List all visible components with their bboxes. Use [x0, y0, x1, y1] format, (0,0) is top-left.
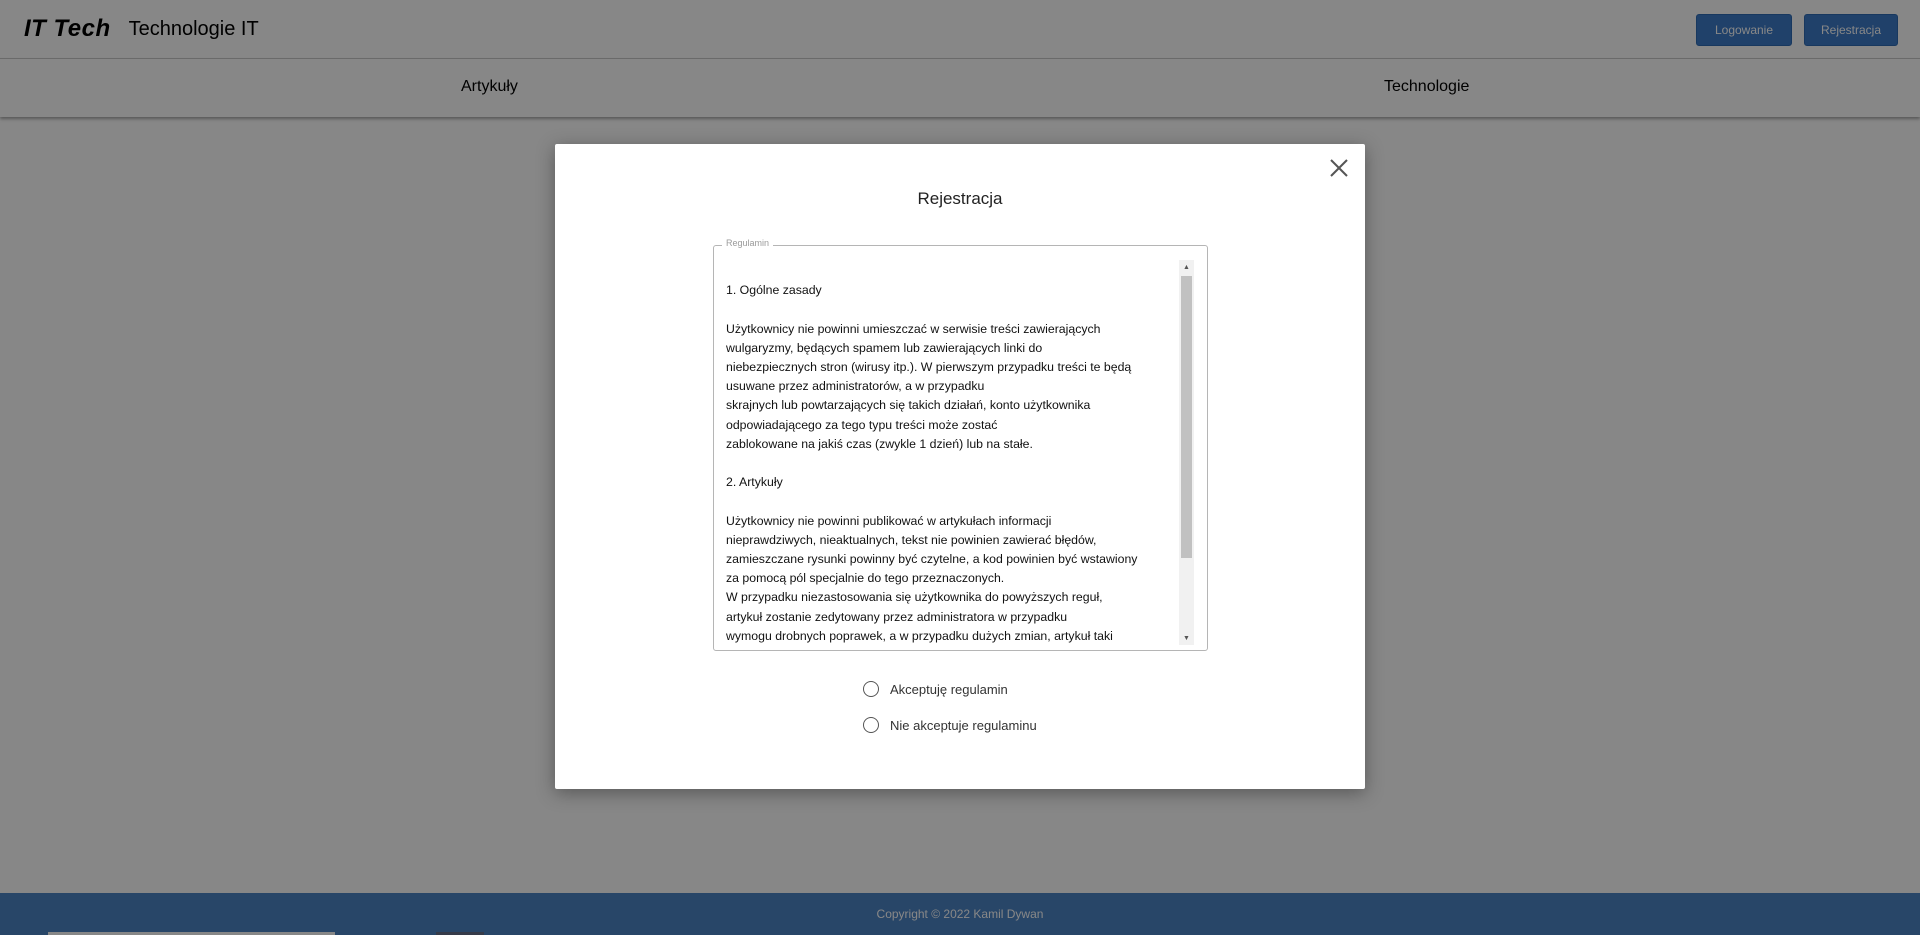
accept-terms-radio[interactable] — [863, 681, 879, 697]
terms-scrollbar[interactable]: ▲ ▼ — [1179, 260, 1194, 645]
scroll-thumb[interactable] — [1181, 276, 1192, 558]
accept-terms-label[interactable]: Akceptuję regulamin — [890, 682, 1008, 697]
scroll-down-icon[interactable]: ▼ — [1179, 631, 1194, 645]
terms-textarea[interactable]: 1. Ogólne zasady Użytkownicy nie powinni… — [726, 262, 1186, 648]
registration-modal: Rejestracja Regulamin 1. Ogólne zasady U… — [555, 144, 1365, 789]
reject-terms-radio[interactable] — [863, 717, 879, 733]
close-button[interactable] — [1327, 156, 1351, 180]
accept-terms-option[interactable]: Akceptuję regulamin — [863, 681, 1008, 697]
scroll-up-icon[interactable]: ▲ — [1179, 260, 1194, 274]
close-icon — [1330, 159, 1348, 177]
terms-legend: Regulamin — [722, 238, 774, 248]
page: IT Tech Technologie IT Logowanie Rejestr… — [0, 0, 1920, 935]
reject-terms-label[interactable]: Nie akceptuje regulaminu — [890, 718, 1037, 733]
terms-fieldset: Regulamin 1. Ogólne zasady Użytkownicy n… — [713, 238, 1208, 651]
reject-terms-option[interactable]: Nie akceptuje regulaminu — [863, 717, 1037, 733]
modal-title: Rejestracja — [917, 189, 1003, 208]
